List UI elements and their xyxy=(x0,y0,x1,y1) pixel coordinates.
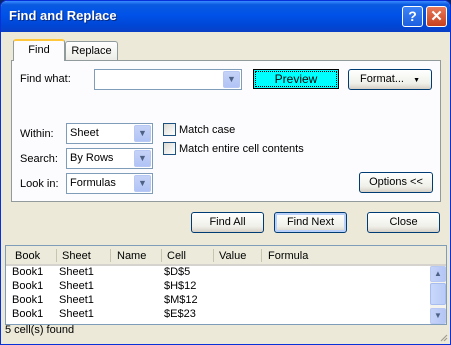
chevron-down-icon[interactable]: ▼ xyxy=(134,150,151,167)
column-divider[interactable] xyxy=(213,249,214,262)
scroll-thumb[interactable] xyxy=(430,283,446,305)
result-cell: $H$12 xyxy=(164,280,197,292)
search-value: By Rows xyxy=(70,152,114,164)
within-value: Sheet xyxy=(70,127,99,139)
column-header-value[interactable]: Value xyxy=(219,250,246,262)
find-what-combo[interactable]: ▼ xyxy=(94,69,242,90)
result-row[interactable]: Book1 Sheet1 $E$23 xyxy=(6,308,430,322)
result-book: Book1 xyxy=(12,308,44,320)
within-label: Within: xyxy=(20,128,54,140)
match-entire-checkbox[interactable] xyxy=(163,142,176,155)
match-case-label[interactable]: Match case xyxy=(179,124,235,136)
match-case-checkbox[interactable] xyxy=(163,123,176,136)
result-sheet: Sheet1 xyxy=(59,280,94,292)
results-list[interactable]: Book Sheet Name Cell Value Formula Book1… xyxy=(5,245,447,325)
column-header-sheet[interactable]: Sheet xyxy=(62,250,91,262)
column-divider[interactable] xyxy=(261,249,262,262)
result-book: Book1 xyxy=(12,280,44,292)
chevron-down-icon[interactable]: ▼ xyxy=(134,125,151,142)
look-in-select[interactable]: Formulas ▼ xyxy=(66,173,153,194)
result-row[interactable]: Book1 Sheet1 $D$5 xyxy=(6,266,430,280)
dropdown-arrow-icon: ▼ xyxy=(413,77,420,84)
results-header: Book Sheet Name Cell Value Formula xyxy=(6,246,446,266)
within-select[interactable]: Sheet ▼ xyxy=(66,123,153,144)
dialog-title: Find and Replace xyxy=(9,8,117,23)
format-button-label: Format... xyxy=(359,73,404,85)
chevron-down-icon[interactable]: ▼ xyxy=(134,175,151,192)
results-scrollbar[interactable]: ▲ ▼ xyxy=(430,266,446,324)
help-button[interactable]: ? xyxy=(402,6,423,27)
column-header-cell[interactable]: Cell xyxy=(167,250,186,262)
close-icon: ✕ xyxy=(430,8,443,25)
result-row[interactable]: Book1 Sheet1 $M$12 xyxy=(6,294,430,308)
result-sheet: Sheet1 xyxy=(59,266,94,278)
result-row[interactable]: Book1 Sheet1 $H$12 xyxy=(6,280,430,294)
look-in-value: Formulas xyxy=(70,177,116,189)
find-next-button[interactable]: Find Next xyxy=(274,212,347,233)
status-text: 5 cell(s) found xyxy=(5,324,75,336)
look-in-label: Look in: xyxy=(20,178,59,190)
column-divider[interactable] xyxy=(56,249,57,262)
search-select[interactable]: By Rows ▼ xyxy=(66,148,153,169)
title-bar[interactable]: Find and Replace ? ✕ xyxy=(1,1,450,32)
column-header-formula[interactable]: Formula xyxy=(268,250,308,262)
search-label: Search: xyxy=(20,153,58,165)
format-preview: Preview xyxy=(253,69,339,89)
match-entire-label[interactable]: Match entire cell contents xyxy=(179,143,304,155)
result-sheet: Sheet1 xyxy=(59,308,94,320)
find-what-label: Find what: xyxy=(20,73,71,85)
resize-grip-icon[interactable] xyxy=(438,332,448,342)
chevron-down-icon[interactable]: ▼ xyxy=(223,71,240,88)
scroll-up-icon[interactable]: ▲ xyxy=(430,266,446,282)
column-divider[interactable] xyxy=(110,249,111,262)
column-header-book[interactable]: Book xyxy=(15,250,40,262)
tab-find[interactable]: Find xyxy=(13,39,65,61)
close-window-button[interactable]: ✕ xyxy=(426,6,447,27)
close-button[interactable]: Close xyxy=(367,212,440,233)
find-replace-dialog: Find and Replace ? ✕ Find Replace Find w… xyxy=(0,0,451,345)
result-sheet: Sheet1 xyxy=(59,294,94,306)
column-header-name[interactable]: Name xyxy=(117,250,146,262)
find-all-button[interactable]: Find All xyxy=(191,212,264,233)
tab-replace[interactable]: Replace xyxy=(65,41,118,61)
format-button[interactable]: Format... ▼ xyxy=(348,69,432,90)
result-cell: $D$5 xyxy=(164,266,191,278)
scroll-down-icon[interactable]: ▼ xyxy=(430,308,446,324)
result-book: Book1 xyxy=(12,266,44,278)
help-icon: ? xyxy=(408,8,417,24)
result-cell: $M$12 xyxy=(164,294,198,306)
result-cell: $E$23 xyxy=(164,308,196,320)
options-button[interactable]: Options << xyxy=(359,172,433,193)
column-divider[interactable] xyxy=(161,249,162,262)
result-book: Book1 xyxy=(12,294,44,306)
